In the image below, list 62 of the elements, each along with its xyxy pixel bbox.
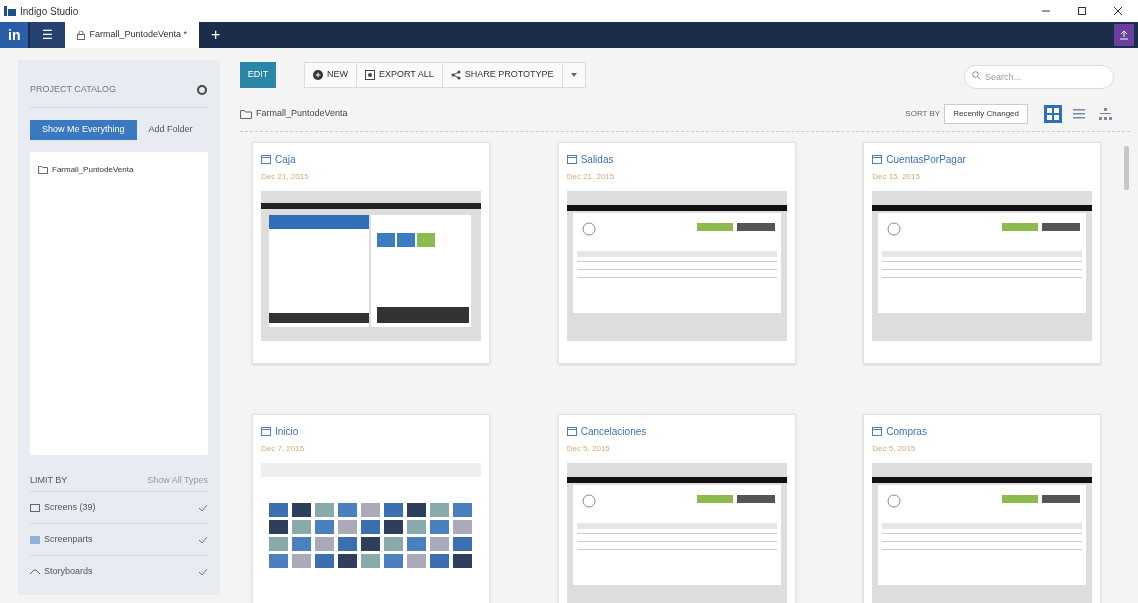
card-title: Compras [886, 424, 927, 439]
sidebar-title: PROJECT CATALOG [30, 82, 116, 96]
card-title: Cancelaciones [580, 424, 647, 439]
card-title: Salidas [580, 152, 614, 167]
share-icon [450, 70, 461, 80]
share-prototype-button[interactable]: SHARE PROTOTYPE [441, 63, 562, 87]
limit-by-label: LIMIT BY [30, 474, 68, 488]
card-date: Dec 21, 2015 [566, 171, 616, 183]
screen-icon [261, 426, 271, 436]
type-filter-item[interactable]: Screenparts [30, 523, 208, 555]
caret-icon [570, 73, 577, 77]
screen-icon [872, 154, 883, 164]
plus-circle-icon [313, 70, 323, 80]
breadcrumb[interactable]: Farmall_PuntodeVenta [256, 106, 348, 121]
window-title: Indigo Studio [20, 4, 79, 19]
screen-card[interactable]: CuentasPorPagar Dec 15, 2015 [863, 142, 1102, 364]
screen-icon [872, 426, 883, 436]
maximize-icon [1077, 6, 1087, 16]
close-icon [1113, 6, 1123, 16]
screenpart-icon [30, 535, 40, 544]
lock-icon [77, 30, 86, 40]
type-filter-item[interactable]: Screens (39) [30, 491, 208, 523]
screen-card[interactable]: Cancelaciones Dec 5, 2015 [557, 414, 796, 603]
card-title: CuentasPorPagar [886, 152, 966, 167]
card-date: Dec 7, 2015 [261, 443, 306, 455]
screen-icon [261, 154, 271, 164]
upload-icon [1119, 30, 1129, 40]
sort-dropdown[interactable]: Recently Changed [944, 103, 1028, 124]
screen-icon [566, 426, 577, 436]
screen-card[interactable]: Compras Dec 5, 2015 [863, 414, 1102, 603]
screen-icon [30, 503, 40, 512]
new-button[interactable]: NEW [305, 63, 356, 87]
card-date: Dec 21, 2015 [261, 171, 310, 183]
screen-card[interactable]: Inicio Dec 7, 2015 [252, 414, 490, 603]
folder-item[interactable]: Farmall_PuntodeVenta [38, 160, 200, 180]
type-filter-item[interactable]: Storyboards [30, 555, 208, 587]
screen-card[interactable]: Caja Dec 21, 2015 [252, 142, 490, 364]
search-icon [972, 71, 981, 80]
show-all-button[interactable]: Show Me Everything [30, 120, 137, 140]
folder-icon [240, 108, 252, 119]
add-folder-button[interactable]: Add Folder [144, 120, 197, 140]
view-tiles-button[interactable] [1044, 104, 1062, 123]
search-field[interactable]: Search... [964, 65, 1114, 89]
card-date: Dec 15, 2015 [872, 171, 921, 183]
card-date: Dec 5, 2015 [872, 443, 917, 455]
card-date: Dec 5, 2015 [566, 443, 611, 455]
screen-icon [566, 154, 577, 164]
app-logo-icon [4, 6, 16, 16]
card-title: Inicio [275, 424, 299, 439]
export-icon [365, 70, 375, 80]
storyboard-icon [30, 567, 40, 576]
menu-button[interactable]: ☰ [30, 22, 66, 48]
export-all-button[interactable]: EXPORT ALL [356, 63, 442, 87]
document-tab[interactable]: Farmall_PuntodeVenta * [65, 22, 200, 48]
screen-card[interactable]: Salidas Dec 21, 2015 [557, 142, 796, 364]
sort-by-label: SORT BY [905, 107, 941, 120]
new-tab-button[interactable]: + [199, 22, 233, 48]
folder-icon [38, 166, 48, 174]
card-title: Caja [275, 152, 296, 167]
edit-button[interactable]: EDIT [240, 62, 276, 88]
refresh-icon[interactable] [196, 83, 208, 96]
app-logo[interactable]: in [0, 22, 29, 48]
